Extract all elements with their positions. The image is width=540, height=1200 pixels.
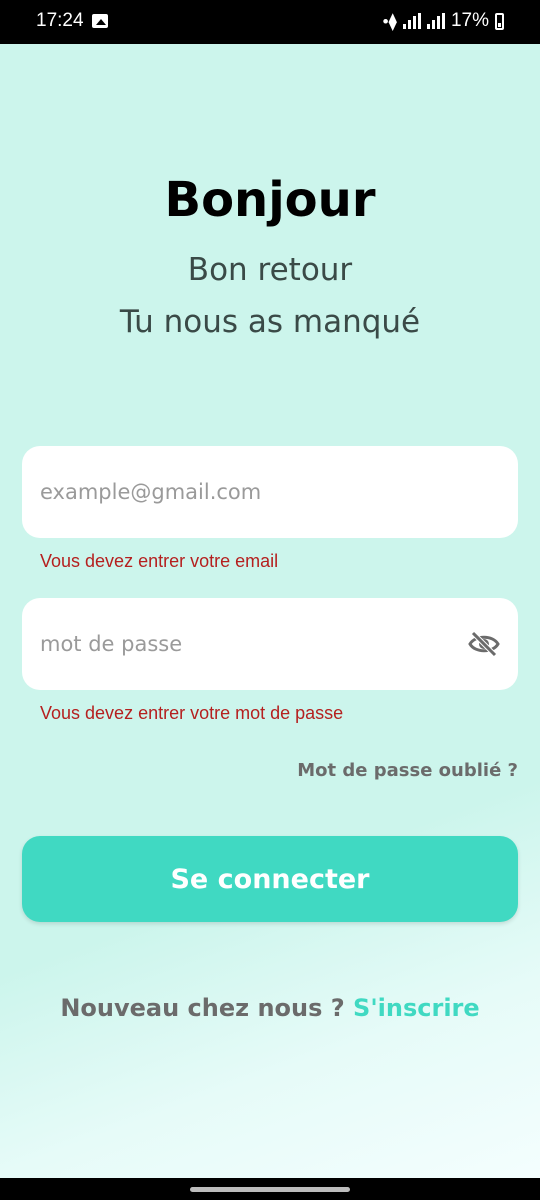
gallery-icon [92, 14, 108, 28]
password-placeholder: mot de passe [40, 632, 183, 656]
email-placeholder: example@gmail.com [40, 480, 262, 504]
forgot-password-link[interactable]: Mot de passe oublié ? [297, 760, 518, 781]
subtitle-line2: Tu nous as manqué [119, 304, 421, 340]
signup-link[interactable]: S'inscrire [353, 994, 480, 1022]
login-button[interactable]: Se connecter [22, 836, 518, 922]
signup-question: Nouveau chez nous ? [60, 994, 345, 1022]
signal-icon [402, 13, 421, 29]
signal-icon [426, 13, 445, 29]
eye-off-icon[interactable] [468, 630, 500, 658]
signup-row: Nouveau chez nous ? S'inscrire [0, 994, 540, 1022]
login-screen: Bonjour Bon retour Tu nous as manqué exa… [0, 44, 540, 1178]
battery-icon [495, 12, 504, 30]
navigation-bar [0, 1178, 540, 1200]
battery-percent: 17% [450, 10, 489, 31]
email-field[interactable]: example@gmail.com [22, 446, 518, 538]
password-field[interactable]: mot de passe [22, 598, 518, 690]
status-bar: 17:24 •⧫ 17% [0, 0, 540, 44]
subtitle-line1: Bon retour [187, 252, 353, 288]
status-right: •⧫ 17% [383, 10, 504, 32]
wifi-icon: •⧫ [382, 11, 397, 31]
status-time: 17:24 [36, 10, 84, 31]
home-gesture-handle[interactable] [190, 1187, 350, 1192]
password-error: Vous devez entrer votre mot de passe [40, 703, 344, 723]
email-error: Vous devez entrer votre email [40, 551, 279, 571]
page-title: Bonjour [164, 172, 376, 228]
